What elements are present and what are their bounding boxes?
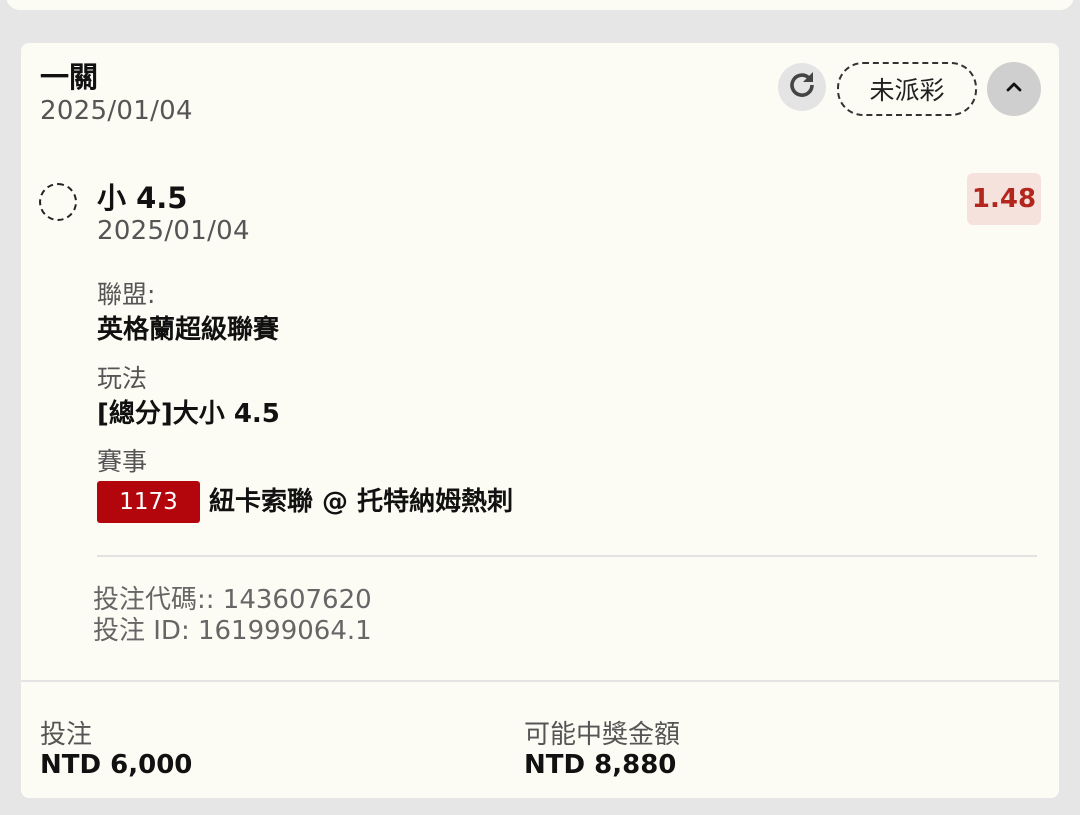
chevron-up-icon [1002, 75, 1026, 103]
stake-label: 投注 [40, 720, 93, 750]
status-badge: 未派彩 [837, 62, 977, 116]
bet-id: 投注 ID: 161999064.1 [93, 616, 372, 646]
potential-payout-value: NTD 8,880 [524, 750, 677, 780]
previous-card-edge [6, 0, 1074, 10]
event-label: 賽事 [97, 447, 148, 476]
league-value: 英格蘭超級聯賽 [97, 315, 280, 345]
refresh-button[interactable] [778, 63, 826, 111]
event-name: 紐卡索聯 @ 托特納姆熱刺 [209, 487, 514, 517]
selection-name: 小 4.5 [97, 181, 188, 215]
event-code-badge: 1173 [97, 481, 200, 523]
pending-circle-icon [39, 183, 77, 221]
market-label: 玩法 [97, 364, 148, 393]
refresh-icon [785, 68, 819, 106]
bet-date: 2025/01/04 [40, 96, 193, 126]
stake-value: NTD 6,000 [40, 750, 193, 780]
footer-divider [21, 680, 1059, 682]
details-divider [97, 555, 1037, 557]
bet-slip-card: 一關 2025/01/04 未派彩 小 4.5 2025/01/04 1.48 … [21, 43, 1059, 798]
odds-badge: 1.48 [967, 173, 1041, 225]
league-label: 聯盟: [97, 280, 156, 309]
bet-type-title: 一關 [40, 60, 99, 94]
potential-payout-label: 可能中獎金額 [524, 720, 681, 750]
collapse-button[interactable] [987, 62, 1041, 116]
market-value: [總分]大小 4.5 [97, 399, 280, 429]
bet-code: 投注代碼:: 143607620 [93, 585, 372, 615]
selection-date: 2025/01/04 [97, 216, 250, 246]
